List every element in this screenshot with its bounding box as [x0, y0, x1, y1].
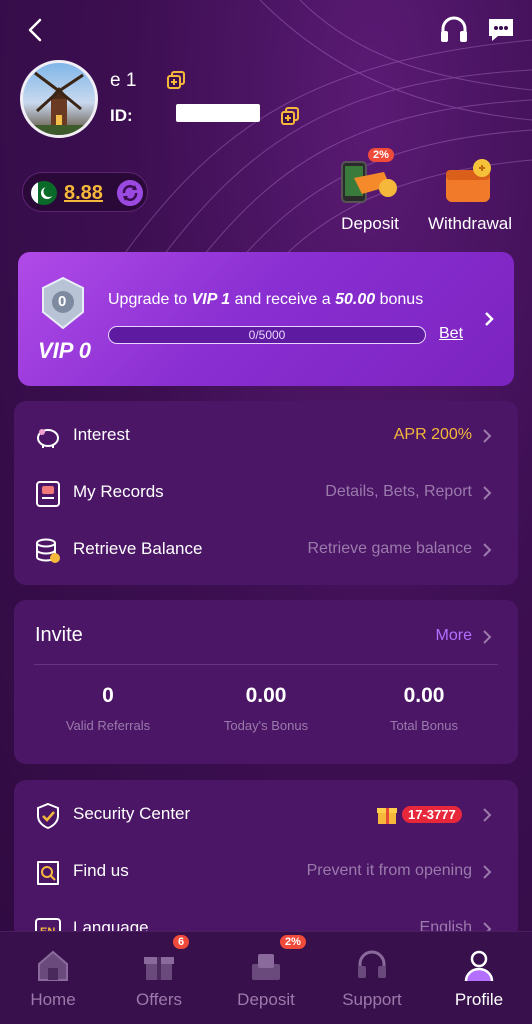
menu-item-value: APR 200% [393, 426, 472, 443]
menu-item-value: Prevent it from opening [306, 862, 472, 879]
invite-more-link[interactable]: More [436, 627, 472, 645]
copy-icon[interactable] [166, 70, 186, 90]
piggy-bank-icon [37, 429, 59, 448]
stat-label: Valid Referrals [65, 718, 151, 733]
nav-support[interactable]: Support [322, 944, 422, 1014]
shield-check-icon [37, 802, 59, 830]
stat-label: Today's Bonus [223, 718, 309, 733]
chevron-right-icon [483, 630, 492, 644]
stat-label: Total Bonus [390, 718, 458, 733]
deposit-icon [252, 954, 280, 980]
menu-item-value: Retrieve game balance [307, 540, 472, 557]
nav-home[interactable]: Home [3, 944, 103, 1014]
security-gift-badge: 17-3777 [376, 803, 472, 827]
records-icon [36, 481, 60, 507]
stat-value: 0 [102, 684, 114, 707]
username: e 1 [110, 70, 137, 91]
stat-value: 0.00 [403, 684, 445, 707]
gift-icon [144, 957, 174, 980]
nav-deposit[interactable]: 2% Deposit [216, 935, 316, 1014]
windmill-icon [23, 71, 95, 135]
stat-valid-referrals: 0 Valid Referrals [28, 684, 188, 733]
stat-todays-bonus: 0.00 Today's Bonus [186, 684, 346, 733]
nav-label: Support [342, 990, 402, 1009]
deposit-nav-badge: 2% [280, 935, 306, 949]
deposit-phone-icon [341, 161, 397, 203]
menu-item-label: Security Center [73, 804, 191, 823]
balance-value[interactable]: 8.88 [64, 182, 103, 205]
home-icon [38, 950, 68, 981]
settings-menu-card: Security Center 17-3777 Find us Prevent … [14, 780, 518, 942]
vip-progress-text: 0/5000 [248, 328, 286, 342]
nav-label: Profile [454, 990, 504, 1009]
menu-item-interest[interactable]: Interest APR 200% [14, 411, 518, 461]
refresh-icon[interactable] [117, 180, 143, 206]
invite-card: Invite More 0 Valid Referrals 0.00 Today… [14, 600, 518, 764]
security-code: 17-3777 [402, 806, 462, 823]
pakistan-flag-icon [31, 181, 57, 205]
balance-pill: 8.88 [22, 172, 148, 212]
headset-icon[interactable] [438, 14, 470, 46]
chevron-right-icon [483, 543, 492, 557]
vip-card[interactable]: 0 VIP 0 Upgrade to VIP 1 and receive a 5… [18, 252, 514, 386]
bottom-nav: Home 6 Offers 2% Deposit Support Profile [0, 931, 532, 1024]
divider [34, 664, 498, 665]
back-arrow-icon[interactable] [22, 14, 50, 46]
menu-item-label: My Records [73, 482, 164, 501]
copy-icon[interactable] [280, 106, 300, 126]
database-icon [36, 538, 60, 563]
menu-item-security-center[interactable]: Security Center 17-3777 [14, 790, 518, 840]
stat-value: 0.00 [245, 684, 287, 707]
nav-label: Offers [136, 990, 182, 1009]
user-id-label: ID: [110, 106, 133, 125]
vip-medal-level: 0 [58, 293, 67, 310]
vip-upgrade-text: Upgrade to VIP 1 and receive a 50.00 bon… [108, 291, 424, 308]
profile-icon [464, 950, 494, 982]
nav-label: Home [30, 990, 76, 1009]
invite-title: Invite [35, 624, 83, 646]
nav-profile[interactable]: Profile [429, 944, 529, 1014]
account-menu-card: Interest APR 200% My Records Details, Be… [14, 401, 518, 585]
chevron-right-icon [483, 429, 492, 443]
stat-total-bonus: 0.00 Total Bonus [344, 684, 504, 733]
wallet-icon [446, 159, 491, 202]
menu-item-my-records[interactable]: My Records Details, Bets, Report [14, 468, 518, 518]
avatar[interactable] [20, 60, 98, 138]
menu-item-label: Find us [73, 861, 129, 880]
offers-badge: 6 [173, 935, 190, 949]
gift-icon [377, 808, 397, 824]
chevron-right-icon [483, 865, 492, 879]
search-icon [37, 861, 59, 885]
chevron-right-icon [483, 808, 492, 822]
support-icon [358, 950, 386, 978]
user-id-redacted [176, 104, 260, 122]
vip-bet-link[interactable]: Bet [439, 325, 463, 343]
deposit-button[interactable]: 2% Deposit [340, 148, 400, 238]
chevron-right-icon [485, 312, 494, 326]
nav-label: Deposit [237, 990, 295, 1009]
deposit-badge: 2% [368, 148, 394, 162]
nav-offers[interactable]: 6 Offers [109, 935, 209, 1014]
top-bar [0, 0, 532, 60]
withdrawal-button[interactable]: Withdrawal [428, 156, 512, 238]
menu-item-retrieve-balance[interactable]: Retrieve Balance Retrieve game balance [14, 525, 518, 575]
vip-progress-bar: 0/5000 [108, 326, 426, 344]
vip-level: VIP 0 [38, 338, 91, 363]
menu-item-find-us[interactable]: Find us Prevent it from opening [14, 847, 518, 897]
menu-item-value: Details, Bets, Report [325, 483, 472, 500]
menu-item-label: Retrieve Balance [73, 539, 203, 558]
menu-item-label: Interest [73, 425, 130, 444]
withdrawal-label: Withdrawal [427, 214, 513, 233]
chat-bubble-icon[interactable] [486, 16, 516, 44]
chevron-right-icon [483, 486, 492, 500]
